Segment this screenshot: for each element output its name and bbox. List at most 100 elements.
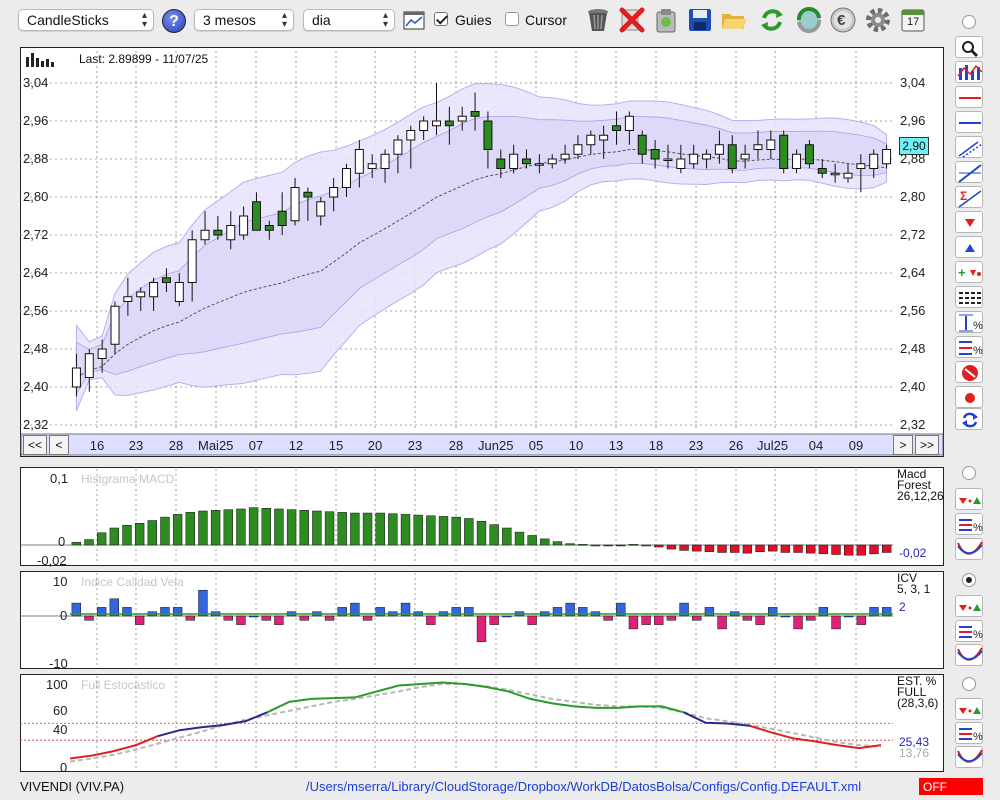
candle-body [830,172,840,176]
macd-y-label-bottom: -0,02 [37,553,67,568]
calendar-icon[interactable]: 17 [899,6,927,34]
record-dot-icon[interactable] [955,386,983,408]
icv-bar [641,615,651,625]
vertical-percent-icon[interactable]: % [955,311,983,333]
period-select[interactable]: 3 mesos ▴ ▾ [194,9,294,31]
candles-indicator-icon[interactable] [955,61,983,83]
refresh-icon[interactable] [758,6,786,34]
nav-next-button[interactable]: > [893,435,913,455]
trendline-tool-icon[interactable] [955,161,983,183]
stoch-k-line-segment [266,681,684,714]
macd-bar [527,535,537,546]
guides-checkbox[interactable] [434,12,448,26]
price-y-label-left: 2,32 [23,417,49,432]
icv-bar [603,615,613,621]
stoch-arrows-icon[interactable] [955,698,983,720]
price-x-label: 12 [288,438,304,453]
reload-icon[interactable] [955,408,983,430]
candle-body [637,134,647,155]
main-chart-radio[interactable] [962,15,976,29]
sync-globe-icon[interactable] [795,6,823,34]
price-y-label-left: 2,64 [23,265,49,280]
macd-bar [413,514,423,546]
mode-off-label: OFF [923,780,947,794]
chart-window-icon[interactable] [403,11,425,31]
delete-icon[interactable] [618,6,646,34]
icv-bar [426,615,436,625]
folder-open-icon[interactable] [720,6,748,34]
price-x-label: 23 [407,438,423,453]
mode-off-badge[interactable]: OFF [919,778,983,795]
add-marks-icon[interactable]: + [955,261,983,283]
cursor-checkbox[interactable] [505,12,519,26]
status-bar: VIVENDI (VIV.PA) /Users/mserra/Library/C… [0,775,1000,797]
icv-curve-icon[interactable] [955,644,983,666]
nav-last-button[interactable]: >> [915,435,939,455]
levels-percent-icon[interactable]: % [955,336,983,358]
stoch-levels-icon[interactable]: % [955,722,983,744]
svg-text:%: % [973,731,983,743]
interval-select[interactable]: dia ▴ ▾ [303,9,395,31]
icv-bar [223,615,233,621]
help-button[interactable]: ? [162,9,186,33]
nav-first-button[interactable]: << [23,435,47,455]
stoch-curve-icon[interactable] [955,746,983,768]
chevron-up-down-icon: ▴ ▾ [382,10,388,30]
clipboard-icon[interactable] [652,6,680,34]
sigma-regression-icon[interactable]: Σ [955,186,983,208]
chevron-up-down-icon: ▴ ▾ [141,10,147,30]
macd-bar [210,510,221,546]
price-y-label-right: 2,80 [900,189,926,204]
icv-panel-radio[interactable] [962,573,976,587]
candle-body [110,305,120,345]
stochastic-panel-radio[interactable] [962,677,976,691]
channel-tool-icon[interactable] [955,136,983,158]
stoch-label-line3: (28,3,6) [897,696,939,710]
candle-body [187,239,197,283]
price-y-label-left: 2,40 [23,379,49,394]
horizontal-line-red-icon[interactable] [955,86,983,108]
grid-lines-icon[interactable] [955,286,983,308]
nav-first-label: << [27,438,42,452]
macd-bar [198,510,208,546]
horizontal-line-blue-icon[interactable] [955,111,983,133]
candle-body [869,153,879,169]
icv-bar [236,615,246,625]
arrow-up-blue-icon[interactable] [955,236,983,258]
arrow-down-red-icon[interactable] [955,211,983,233]
macd-bar [881,544,892,553]
macd-bar [109,527,119,546]
save-icon[interactable] [686,6,714,34]
svg-text:%: % [973,345,983,357]
macd-bar [388,513,398,546]
price-x-label: 28 [168,438,184,453]
chart-type-select[interactable]: CandleSticks ▴ ▾ [18,9,154,31]
macd-bar [362,512,373,546]
zoom-icon[interactable] [955,36,983,58]
settings-gear-icon[interactable] [864,6,892,34]
icv-bar [628,615,639,630]
macd-curve-icon[interactable] [955,538,983,560]
svg-text:%: % [973,629,983,641]
icv-bar [476,615,487,643]
config-path-link[interactable]: /Users/mserra/Library/CloudStorage/Dropb… [306,779,861,794]
icv-arrows-icon[interactable] [955,595,983,617]
price-y-label-right: 2,32 [900,417,926,432]
macd-panel-radio[interactable] [962,466,976,480]
price-x-label: 18 [648,438,664,453]
icv-levels-icon[interactable]: % [955,620,983,642]
svg-text:+: + [958,265,966,280]
cursor-label: Cursor [525,12,568,28]
candle-body [882,149,892,165]
macd-bar [856,544,867,556]
trash-icon[interactable] [584,6,612,34]
nav-prev-button[interactable]: < [49,435,69,455]
macd-levels-icon[interactable]: % [955,513,983,535]
euro-coin-icon[interactable]: € [829,6,857,34]
icv-y-label-bottom: -10 [49,656,68,671]
macd-arrows-icon[interactable] [955,488,983,510]
icv-bar [185,615,195,621]
cancel-icon[interactable] [955,361,983,383]
candle-body [612,125,622,131]
candle-body [496,158,506,169]
